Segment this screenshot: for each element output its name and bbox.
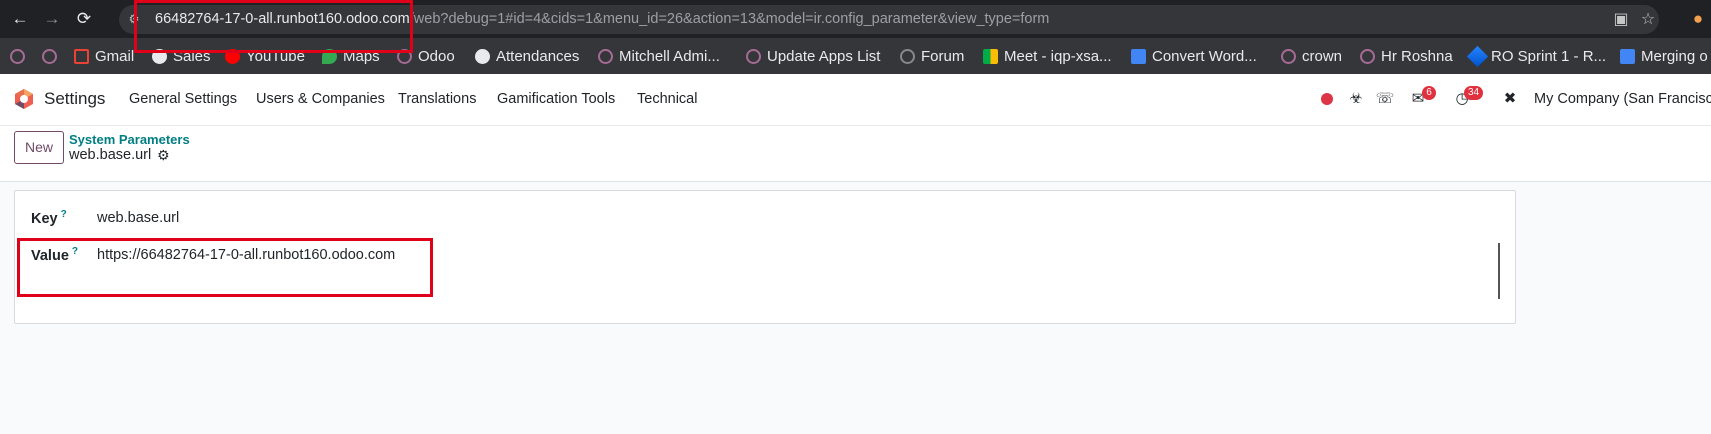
bookmark-item[interactable] (42, 38, 57, 74)
profile-icon[interactable]: ● (1686, 7, 1710, 31)
bookmark-label: Hr Roshna (1381, 47, 1453, 65)
bookmark-gmail[interactable]: Gmail (74, 38, 134, 74)
reload-icon[interactable]: ⟳ (72, 7, 96, 31)
globe-icon (475, 48, 490, 64)
breadcrumb-system-parameters[interactable]: System Parameters (69, 132, 190, 147)
gmail-icon (74, 48, 89, 64)
jira-icon (1466, 45, 1489, 67)
gear-icon[interactable]: ⚙ (157, 147, 170, 164)
odoo-navbar: Settings General Settings Users & Compan… (0, 74, 1711, 126)
star-icon[interactable]: ☆ (1638, 10, 1658, 30)
menu-gamification-tools[interactable]: Gamification Tools (497, 91, 615, 107)
company-switcher[interactable]: My Company (San Francisco) (1534, 91, 1711, 107)
odoo-icon (1281, 48, 1296, 64)
tools-icon[interactable]: ✖ (1500, 89, 1520, 109)
menu-general-settings[interactable]: General Settings (129, 91, 237, 107)
forward-icon[interactable]: → (40, 7, 64, 31)
odoo-icon (1360, 48, 1375, 64)
recording-dot-icon[interactable] (1321, 93, 1333, 105)
bookmark-label: Merging o (1641, 47, 1708, 65)
menu-translations[interactable]: Translations (398, 91, 476, 107)
value-highlight-box (17, 238, 433, 297)
menu-technical[interactable]: Technical (637, 91, 697, 107)
bookmark-item[interactable] (10, 38, 25, 74)
bookmark-label: Convert Word... (1152, 47, 1257, 65)
bookmark-label: RO Sprint 1 - R... (1491, 47, 1607, 65)
breadcrumb-current: web.base.url (69, 147, 152, 163)
key-label-text: Key (31, 210, 58, 227)
key-field[interactable]: web.base.url (97, 210, 179, 226)
odoo-icon (746, 48, 761, 64)
url-highlight-box (134, 0, 413, 53)
bookmark-meet[interactable]: Meet - iqp-xsa... (983, 38, 1112, 74)
phone-icon[interactable]: ☏ (1375, 89, 1395, 109)
bookmark-merging[interactable]: Merging o (1620, 38, 1708, 74)
odoo-icon (42, 48, 57, 64)
activities-count-badge: 34 (1464, 86, 1484, 100)
bookmark-attendances[interactable]: Attendances (475, 38, 579, 74)
bookmark-hr-roshna[interactable]: Hr Roshna (1360, 38, 1453, 74)
bookmark-update-apps[interactable]: Update Apps List (746, 38, 880, 74)
bookmark-label: Attendances (496, 47, 580, 65)
bookmark-label: Odoo (418, 47, 455, 65)
bookmark-convert-word[interactable]: Convert Word... (1131, 38, 1257, 74)
bookmark-label: Meet - iqp-xsa... (1004, 47, 1112, 65)
bookmark-mitchell[interactable]: Mitchell Admi... (598, 38, 720, 74)
messages-count-badge: 6 (1422, 86, 1436, 100)
app-name[interactable]: Settings (44, 89, 105, 109)
odoo-icon (10, 48, 25, 64)
bookmark-label: Mitchell Admi... (619, 47, 720, 65)
docs-icon (1620, 48, 1635, 64)
forum-icon (900, 48, 915, 64)
bookmark-label: Update Apps List (767, 47, 881, 65)
bookmark-ro-sprint[interactable]: RO Sprint 1 - R... (1466, 38, 1607, 74)
install-app-icon[interactable]: ▣ (1611, 10, 1631, 30)
bookmark-label: Gmail (95, 47, 135, 65)
debug-bug-icon[interactable]: ☣ (1347, 89, 1365, 109)
bookmark-forum[interactable]: Forum (900, 38, 964, 74)
back-icon[interactable]: ← (8, 7, 32, 31)
app-menu-icon[interactable] (13, 88, 35, 110)
bookmark-label: Forum (921, 47, 965, 65)
menu-users-companies[interactable]: Users & Companies (256, 91, 385, 107)
odoo-icon (598, 48, 613, 64)
bookmark-label: crown (1302, 47, 1343, 65)
meet-icon (983, 48, 998, 64)
key-help-tooltip[interactable]: ? (61, 209, 67, 220)
bookmark-crown[interactable]: crown (1281, 38, 1342, 74)
control-panel (0, 126, 1711, 182)
value-textarea-resize-edge[interactable] (1498, 243, 1500, 299)
new-button[interactable]: New (14, 131, 64, 164)
code-icon (1131, 48, 1146, 64)
url-path: /web?debug=1#id=4&cids=1&menu_id=26&acti… (409, 11, 1050, 27)
key-label: Key? (31, 209, 67, 227)
